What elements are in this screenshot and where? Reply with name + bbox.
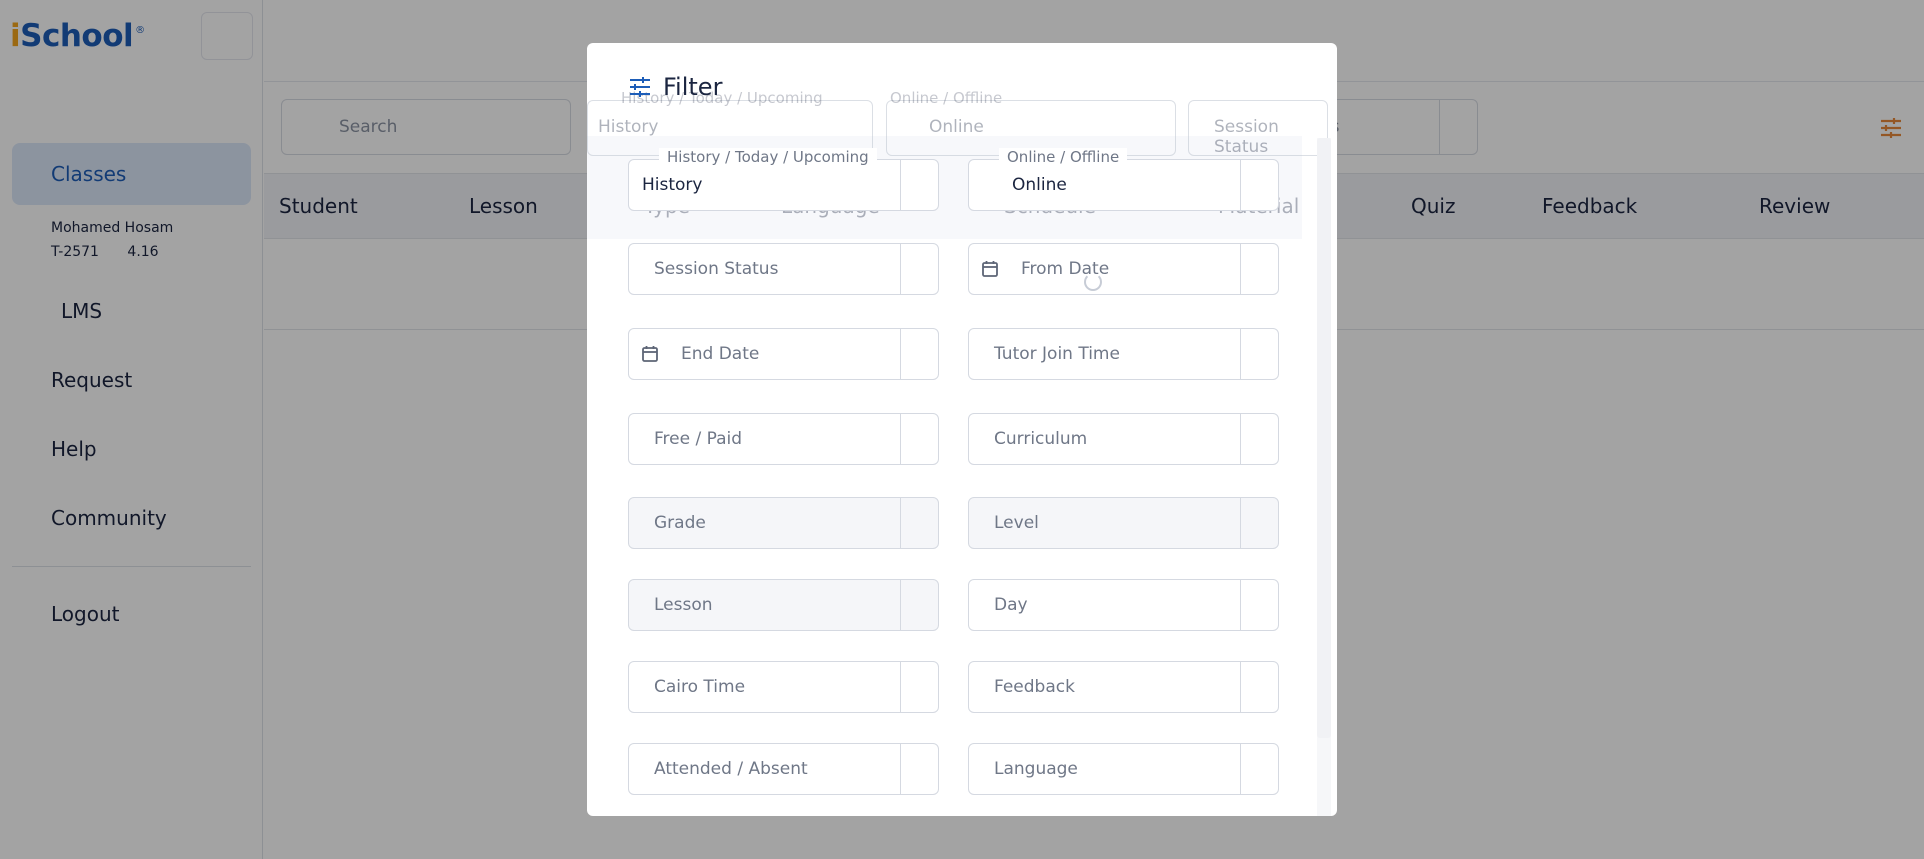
field-placeholder: Session Status <box>654 259 779 279</box>
field-placeholder: Grade <box>654 513 706 533</box>
chevron-down-icon <box>900 662 901 712</box>
feedback-select[interactable]: Feedback <box>968 661 1279 713</box>
language-select[interactable]: Language <box>968 743 1279 795</box>
ghost-history-value: History <box>598 117 659 137</box>
chevron-down-icon <box>900 498 901 548</box>
field-placeholder: Cairo Time <box>654 677 746 697</box>
chevron-down-icon <box>1240 744 1241 794</box>
field-divider <box>900 329 901 379</box>
field-value: History <box>642 175 703 195</box>
chevron-down-icon <box>1240 498 1241 548</box>
filter-modal: History / Today / Upcoming Online / Offl… <box>587 43 1337 816</box>
modal-title-text: Filter <box>663 73 723 101</box>
field-placeholder: Attended / Absent <box>654 759 808 779</box>
attended-absent-select[interactable]: Attended / Absent <box>628 743 939 795</box>
cairo-time-select[interactable]: Cairo Time <box>628 661 939 713</box>
chevron-down-icon <box>1240 160 1241 210</box>
field-placeholder: End Date <box>681 344 760 364</box>
chevron-down-icon <box>1240 329 1241 379</box>
field-placeholder: Level <box>994 513 1039 533</box>
field-placeholder: Feedback <box>994 677 1075 697</box>
session-status-select[interactable]: Session Status <box>628 243 939 295</box>
modal-title: Filter <box>629 73 722 101</box>
field-placeholder: Language <box>994 759 1078 779</box>
free-paid-select[interactable]: Free / Paid <box>628 413 939 465</box>
ghost-online-label: Online / Offline <box>890 89 1003 107</box>
lesson-select[interactable]: Lesson <box>628 579 939 631</box>
day-select[interactable]: Day <box>968 579 1279 631</box>
chevron-down-icon <box>900 244 901 294</box>
chevron-down-icon <box>1240 662 1241 712</box>
from-date-picker[interactable]: From Date <box>968 243 1279 295</box>
chevron-down-icon <box>900 160 901 210</box>
ghost-online-value: Online <box>929 117 984 137</box>
history-today-upcoming-select[interactable]: History / Today / Upcoming History <box>628 148 939 211</box>
end-date-picker[interactable]: End Date <box>628 328 939 380</box>
tune-icon <box>630 77 650 97</box>
field-placeholder: Free / Paid <box>654 429 743 449</box>
field-label: Online / Offline <box>999 148 1128 166</box>
chevron-down-icon <box>1240 414 1241 464</box>
loading-spinner-icon <box>1084 273 1102 291</box>
calendar-icon <box>981 260 999 283</box>
field-placeholder: Tutor Join Time <box>994 344 1120 364</box>
grade-select[interactable]: Grade <box>628 497 939 549</box>
field-divider <box>1240 244 1241 294</box>
scrollbar-thumb[interactable] <box>1317 138 1331 738</box>
chevron-down-icon <box>1240 580 1241 630</box>
level-select[interactable]: Level <box>968 497 1279 549</box>
field-value: Online <box>1012 175 1067 195</box>
tutor-join-time-select[interactable]: Tutor Join Time <box>968 328 1279 380</box>
curriculum-select[interactable]: Curriculum <box>968 413 1279 465</box>
chevron-down-icon <box>900 744 901 794</box>
field-placeholder: Curriculum <box>994 429 1088 449</box>
field-label: History / Today / Upcoming <box>659 148 877 166</box>
field-placeholder: Lesson <box>654 595 713 615</box>
field-placeholder: Day <box>994 595 1028 615</box>
online-offline-select[interactable]: Online / Offline Online <box>968 148 1279 211</box>
chevron-down-icon <box>900 580 901 630</box>
chevron-down-icon <box>900 414 901 464</box>
calendar-icon <box>641 345 659 368</box>
